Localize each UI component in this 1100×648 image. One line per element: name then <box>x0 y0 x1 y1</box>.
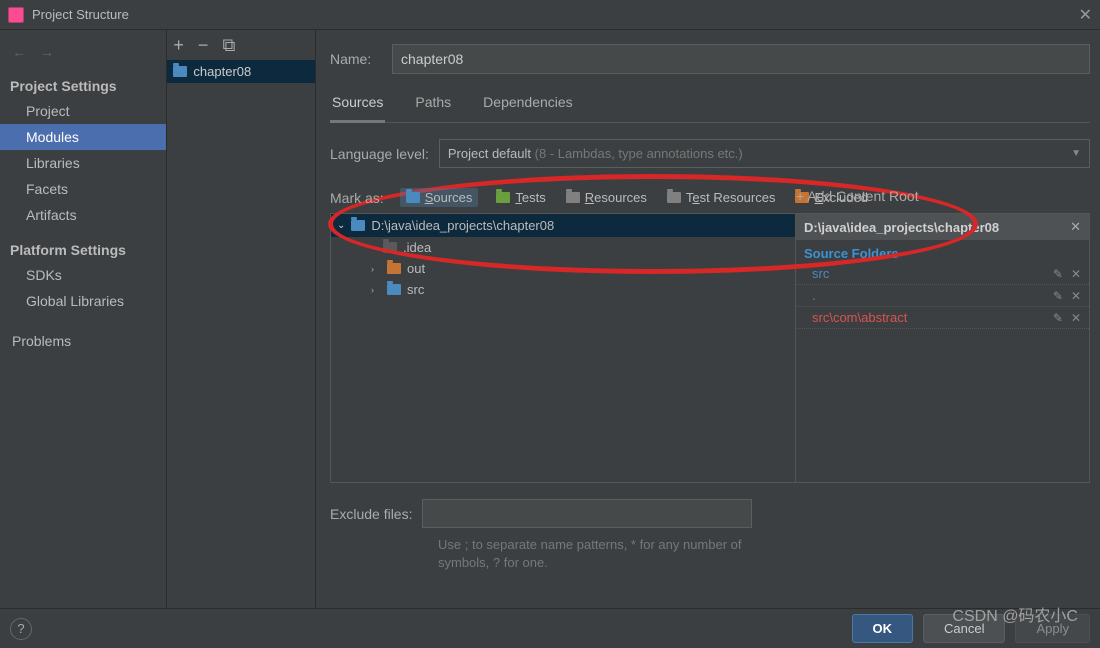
tree-node-src[interactable]: › src <box>331 279 795 300</box>
remove-root-icon[interactable]: ✕ <box>1070 219 1081 235</box>
tab-sources[interactable]: Sources <box>330 88 385 123</box>
close-icon[interactable]: ✕ <box>1079 5 1092 25</box>
mark-sources-button[interactable]: Sources <box>400 188 479 207</box>
nav-project[interactable]: Project <box>0 98 166 124</box>
app-icon <box>8 7 24 23</box>
nav-artifacts[interactable]: Artifacts <box>0 202 166 228</box>
edit-icon[interactable]: ✎ <box>1053 311 1063 325</box>
folder-icon <box>406 192 420 203</box>
source-folder-item[interactable]: . ✎✕ <box>796 285 1089 307</box>
dialog-footer: ? OK Cancel Apply <box>0 608 1100 648</box>
tab-paths[interactable]: Paths <box>413 88 453 122</box>
exclude-label: Exclude files: <box>330 506 412 522</box>
tree-node-out[interactable]: › out <box>331 258 795 279</box>
mark-as-label: Mark as: <box>330 190 384 206</box>
cancel-button[interactable]: Cancel <box>923 614 1005 643</box>
nav-global-libraries[interactable]: Global Libraries <box>0 288 166 314</box>
folder-icon <box>667 192 681 203</box>
ok-button[interactable]: OK <box>852 614 914 643</box>
content-tree[interactable]: ⌄ D:\java\idea_projects\chapter08 .idea … <box>330 213 795 483</box>
tree-node-idea[interactable]: .idea <box>331 237 795 258</box>
content-root-panel: + Add Content Root D:\java\idea_projects… <box>795 213 1090 483</box>
mark-test-resources-button[interactable]: Test Resources <box>665 188 778 207</box>
sidebar: ← → Project Settings Project Modules Lib… <box>0 30 167 608</box>
section-platform-settings: Platform Settings <box>0 238 166 262</box>
chevron-down-icon[interactable]: ⌄ <box>337 220 345 231</box>
edit-icon[interactable]: ✎ <box>1053 289 1063 303</box>
folder-icon <box>387 263 401 274</box>
module-folder-icon <box>173 66 187 77</box>
chevron-down-icon: ▼ <box>1071 148 1081 159</box>
remove-module-icon[interactable]: − <box>198 35 209 56</box>
folder-icon <box>566 192 580 203</box>
mark-tests-button[interactable]: Tests <box>494 188 547 207</box>
nav-sdks[interactable]: SDKs <box>0 262 166 288</box>
source-folder-item[interactable]: src\com\abstract ✎✕ <box>796 307 1089 329</box>
chevron-right-icon[interactable]: › <box>371 285 381 295</box>
nav-libraries[interactable]: Libraries <box>0 150 166 176</box>
section-project-settings: Project Settings <box>0 74 166 98</box>
window-title: Project Structure <box>32 7 129 22</box>
tree-root-label: D:\java\idea_projects\chapter08 <box>371 218 554 233</box>
module-tabs: Sources Paths Dependencies <box>330 88 1090 123</box>
mark-resources-button[interactable]: Resources <box>564 188 649 207</box>
add-module-icon[interactable]: + <box>173 35 184 56</box>
folder-icon <box>496 192 510 203</box>
language-level-select[interactable]: Project default (8 - Lambdas, type annot… <box>439 139 1090 168</box>
name-label: Name: <box>330 51 392 67</box>
chevron-right-icon[interactable]: › <box>371 264 381 274</box>
content-root-path: D:\java\idea_projects\chapter08 <box>804 220 999 235</box>
remove-icon[interactable]: ✕ <box>1071 267 1081 281</box>
back-icon[interactable]: ← <box>12 44 26 60</box>
nav-facets[interactable]: Facets <box>0 176 166 202</box>
exclude-hint: Use ; to separate name patterns, * for a… <box>438 536 778 572</box>
module-label: chapter08 <box>193 64 251 79</box>
module-list: + − ⧉ chapter08 <box>167 30 316 608</box>
edit-icon[interactable]: ✎ <box>1053 267 1063 281</box>
module-panel: Name: Sources Paths Dependencies Languag… <box>316 30 1100 608</box>
nav-modules[interactable]: Modules <box>0 124 166 150</box>
add-content-root-button[interactable]: + Add Content Root <box>796 188 919 204</box>
nav-problems[interactable]: Problems <box>0 328 166 354</box>
source-folders-title: Source Folders <box>796 240 1089 263</box>
name-input[interactable] <box>392 44 1090 74</box>
remove-icon[interactable]: ✕ <box>1071 311 1081 325</box>
exclude-input[interactable] <box>422 499 752 528</box>
folder-icon <box>383 242 397 253</box>
ll-hint: (8 - Lambdas, type annotations etc.) <box>535 146 743 161</box>
tree-root[interactable]: ⌄ D:\java\idea_projects\chapter08 <box>331 214 795 237</box>
apply-button[interactable]: Apply <box>1015 614 1090 643</box>
folder-icon <box>351 220 365 231</box>
copy-module-icon[interactable]: ⧉ <box>222 35 235 56</box>
forward-icon[interactable]: → <box>40 44 54 60</box>
language-level-label: Language level: <box>330 146 429 162</box>
help-icon[interactable]: ? <box>10 618 32 640</box>
source-folder-item[interactable]: src ✎✕ <box>796 263 1089 285</box>
nav-arrows: ← → <box>12 44 64 60</box>
folder-icon <box>387 284 401 295</box>
remove-icon[interactable]: ✕ <box>1071 289 1081 303</box>
ll-value: Project default <box>448 146 531 161</box>
module-item[interactable]: chapter08 <box>167 60 315 83</box>
tab-dependencies[interactable]: Dependencies <box>481 88 575 122</box>
